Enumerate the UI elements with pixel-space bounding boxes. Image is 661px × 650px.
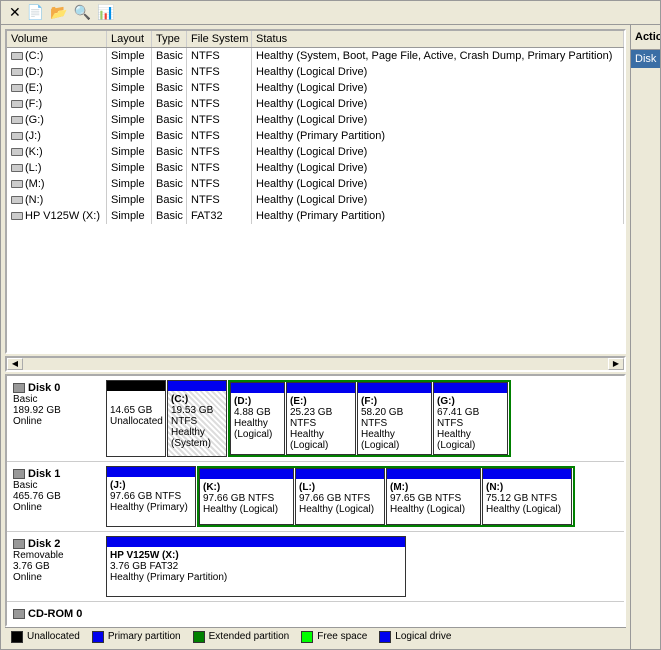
disk-icon bbox=[13, 469, 25, 479]
toolbar-icon-4[interactable]: 📊 bbox=[97, 4, 114, 21]
drive-icon bbox=[11, 116, 23, 124]
partition[interactable]: (G:)67.41 GB NTFSHealthy (Logical) bbox=[433, 382, 508, 455]
toolbar-icon-1[interactable]: 📄 bbox=[27, 4, 44, 21]
disk-row[interactable]: Disk 1Basic465.76 GBOnline(J:)97.66 GB N… bbox=[7, 462, 624, 532]
volume-row[interactable]: (F:)SimpleBasicNTFSHealthy (Logical Driv… bbox=[7, 96, 624, 112]
extended-partition: (D:)4.88 GBHealthy (Logical)(E:)25.23 GB… bbox=[228, 380, 511, 457]
drive-icon bbox=[11, 180, 23, 188]
partition[interactable]: (D:)4.88 GBHealthy (Logical) bbox=[230, 382, 285, 455]
actions-panel: Actions Disk bbox=[630, 25, 660, 649]
volume-list[interactable]: Volume Layout Type File System Status (C… bbox=[5, 29, 626, 354]
actions-header: Actions bbox=[631, 25, 660, 50]
legend-label: Logical drive bbox=[395, 631, 451, 642]
volume-row[interactable]: (K:)SimpleBasicNTFSHealthy (Logical Driv… bbox=[7, 144, 624, 160]
toolbar-icon-3[interactable]: 🔍 bbox=[74, 4, 91, 21]
col-layout[interactable]: Layout bbox=[107, 31, 152, 47]
drive-icon bbox=[11, 68, 23, 76]
volume-row[interactable]: (J:)SimpleBasicNTFSHealthy (Primary Part… bbox=[7, 128, 624, 144]
col-type[interactable]: Type bbox=[152, 31, 187, 47]
legend-swatch bbox=[92, 631, 104, 643]
disk-management-window: ✕ 📄 📂 🔍 📊 Volume Layout Type File System Sta… bbox=[0, 0, 661, 650]
volume-row[interactable]: (E:)SimpleBasicNTFSHealthy (Logical Driv… bbox=[7, 80, 624, 96]
disk-row[interactable]: Disk 2Removable3.76 GBOnlineHP V125W (X:… bbox=[7, 532, 624, 602]
disk-icon bbox=[13, 383, 25, 393]
legend-label: Free space bbox=[317, 631, 367, 642]
legend-swatch bbox=[193, 631, 205, 643]
drive-icon bbox=[11, 52, 23, 60]
drive-icon bbox=[11, 164, 23, 172]
partition[interactable]: HP V125W (X:)3.76 GB FAT32Healthy (Prima… bbox=[106, 536, 406, 597]
legend-swatch bbox=[11, 631, 23, 643]
scroll-right-icon[interactable]: ▶ bbox=[608, 358, 624, 370]
disk-graphical-view[interactable]: Disk 0Basic189.92 GBOnline14.65 GBUnallo… bbox=[5, 374, 626, 627]
volume-list-header[interactable]: Volume Layout Type File System Status bbox=[7, 31, 624, 48]
drive-icon bbox=[11, 100, 23, 108]
partition[interactable]: (L:)97.66 GB NTFSHealthy (Logical) bbox=[295, 468, 385, 525]
disk-icon bbox=[13, 539, 25, 549]
volume-row[interactable]: (N:)SimpleBasicNTFSHealthy (Logical Driv… bbox=[7, 192, 624, 208]
disk-icon bbox=[13, 609, 25, 619]
partition[interactable]: (F:)58.20 GB NTFSHealthy (Logical) bbox=[357, 382, 432, 455]
partition-container: 14.65 GBUnallocated(C:)19.53 GB NTFSHeal… bbox=[106, 380, 620, 457]
partition-container: HP V125W (X:)3.76 GB FAT32Healthy (Prima… bbox=[106, 536, 620, 597]
partition-container: (J:)97.66 GB NTFSHealthy (Primary)(K:)97… bbox=[106, 466, 620, 527]
disk-info: CD-ROM 0 bbox=[11, 606, 106, 627]
legend-label: Extended partition bbox=[209, 631, 290, 642]
partition[interactable]: (M:)97.65 GB NTFSHealthy (Logical) bbox=[386, 468, 481, 525]
col-status[interactable]: Status bbox=[252, 31, 624, 47]
volume-row[interactable]: (M:)SimpleBasicNTFSHealthy (Logical Driv… bbox=[7, 176, 624, 192]
disk-row[interactable]: Disk 0Basic189.92 GBOnline14.65 GBUnallo… bbox=[7, 376, 624, 462]
legend: Unallocated Primary partition Extended par… bbox=[5, 627, 626, 645]
disk-row[interactable]: CD-ROM 0 bbox=[7, 602, 624, 627]
volume-row[interactable]: HP V125W (X:)SimpleBasicFAT32Healthy (Pr… bbox=[7, 208, 624, 224]
volume-row[interactable]: (G:)SimpleBasicNTFSHealthy (Logical Driv… bbox=[7, 112, 624, 128]
drive-icon bbox=[11, 148, 23, 156]
toolbar-icon-0[interactable]: ✕ bbox=[9, 4, 21, 21]
toolbar-icon-2[interactable]: 📂 bbox=[50, 4, 67, 21]
content-area: Volume Layout Type File System Status (C… bbox=[1, 25, 660, 649]
partition-container bbox=[106, 606, 620, 627]
legend-swatch bbox=[301, 631, 313, 643]
partition[interactable]: (N:)75.12 GB NTFSHealthy (Logical) bbox=[482, 468, 572, 525]
drive-icon bbox=[11, 132, 23, 140]
toolbar: ✕ 📄 📂 🔍 📊 bbox=[1, 1, 660, 25]
horizontal-scrollbar[interactable]: ◀ ▶ bbox=[5, 356, 626, 372]
disk-info: Disk 0Basic189.92 GBOnline bbox=[11, 380, 106, 457]
legend-swatch bbox=[379, 631, 391, 643]
actions-item[interactable]: Disk bbox=[631, 50, 660, 68]
main-panel: Volume Layout Type File System Status (C… bbox=[1, 25, 630, 649]
drive-icon bbox=[11, 212, 23, 220]
drive-icon bbox=[11, 196, 23, 204]
partition[interactable]: 14.65 GBUnallocated bbox=[106, 380, 166, 457]
partition[interactable]: (J:)97.66 GB NTFSHealthy (Primary) bbox=[106, 466, 196, 527]
disk-info: Disk 1Basic465.76 GBOnline bbox=[11, 466, 106, 527]
disk-info: Disk 2Removable3.76 GBOnline bbox=[11, 536, 106, 597]
volume-row[interactable]: (L:)SimpleBasicNTFSHealthy (Logical Driv… bbox=[7, 160, 624, 176]
volume-row[interactable]: (D:)SimpleBasicNTFSHealthy (Logical Driv… bbox=[7, 64, 624, 80]
drive-icon bbox=[11, 84, 23, 92]
col-volume[interactable]: Volume bbox=[7, 31, 107, 47]
partition[interactable]: (C:)19.53 GB NTFSHealthy (System) bbox=[167, 380, 227, 457]
partition[interactable]: (K:)97.66 GB NTFSHealthy (Logical) bbox=[199, 468, 294, 525]
legend-label: Primary partition bbox=[108, 631, 181, 642]
scroll-left-icon[interactable]: ◀ bbox=[7, 358, 23, 370]
partition[interactable]: (E:)25.23 GB NTFSHealthy (Logical) bbox=[286, 382, 356, 455]
volume-row[interactable]: (C:)SimpleBasicNTFSHealthy (System, Boot… bbox=[7, 48, 624, 64]
extended-partition: (K:)97.66 GB NTFSHealthy (Logical)(L:)97… bbox=[197, 466, 575, 527]
col-filesystem[interactable]: File System bbox=[187, 31, 252, 47]
legend-label: Unallocated bbox=[27, 631, 80, 642]
